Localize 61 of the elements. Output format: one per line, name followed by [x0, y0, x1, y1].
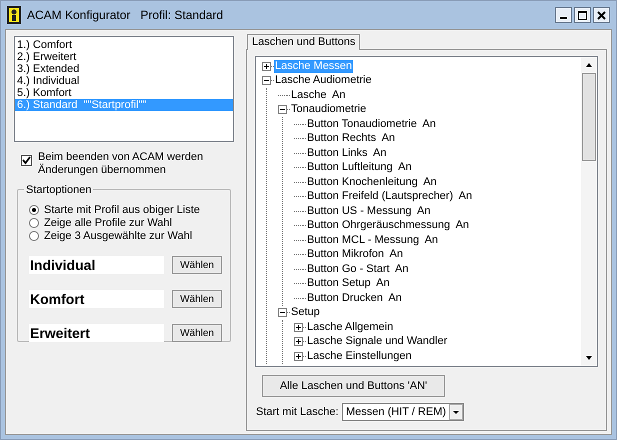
collapse-icon[interactable]	[278, 308, 287, 318]
tree-item[interactable]: Button Go - Start An	[306, 262, 410, 276]
tree-item[interactable]: Setup	[290, 306, 321, 320]
tree-item[interactable]: Button Mikrofon An	[306, 248, 404, 262]
tree-item[interactable]: Button Freifeld (Lautsprecher) An	[306, 190, 474, 204]
close-button[interactable]	[593, 7, 610, 23]
collapse-icon[interactable]	[278, 105, 287, 114]
profile-item[interactable]: 3.) Extended	[15, 63, 233, 75]
profile-field[interactable]: Komfort	[29, 290, 164, 308]
scroll-thumb[interactable]	[582, 73, 596, 161]
window-title: ACAM Konfigurator Profil: Standard	[27, 7, 224, 24]
tree-item[interactable]: Lasche Audiometrie	[274, 74, 373, 88]
tree-item[interactable]: Lasche Signale und Wandler	[306, 335, 448, 348]
tree-item[interactable]: Button MCL - Messung An	[306, 234, 440, 247]
tree-item[interactable]: Lasche Einstellungen	[306, 350, 413, 363]
profile-item[interactable]: 4.) Individual	[15, 75, 233, 87]
close-icon	[597, 10, 606, 20]
expand-icon[interactable]	[294, 322, 303, 332]
expand-icon[interactable]	[262, 62, 271, 71]
tree-item[interactable]: Lasche An	[290, 88, 346, 102]
profile-item[interactable]: 1.) Comfort	[15, 39, 233, 51]
maximize-button[interactable]	[574, 7, 591, 23]
collapse-icon[interactable]	[262, 76, 271, 86]
all-on-button[interactable]: Alle Laschen und Buttons 'AN'	[262, 375, 445, 397]
tree-item[interactable]: Button Setup An	[306, 277, 391, 290]
start-tab-label: Start mit Lasche:	[256, 404, 340, 420]
profile-field[interactable]: Individual	[29, 256, 164, 274]
radio-label: Starte mit Profil aus obiger Liste	[44, 204, 200, 216]
profile-item[interactable]: 2.) Erweitert	[15, 51, 233, 63]
maximize-icon	[578, 10, 587, 20]
profile-item[interactable]: 5.) Komfort	[15, 87, 233, 99]
checkbox-label: Beim beenden von ACAM werden Änderungen übernommen	[38, 151, 204, 177]
tree-item[interactable]: Button Knochenleitung An	[306, 176, 438, 189]
tree-item[interactable]: Lasche Allgemein	[306, 320, 394, 334]
expand-icon[interactable]	[294, 337, 303, 346]
tree-item[interactable]: Button Ohrgeräuschmessung An	[306, 219, 470, 232]
choose-button[interactable]: Wählen	[172, 290, 222, 308]
expand-icon[interactable]	[294, 352, 303, 361]
tree-item[interactable]: Button Rechts An	[306, 132, 396, 146]
checkbox[interactable]	[21, 155, 32, 166]
tree-item[interactable]: Button Drucken An	[306, 292, 403, 305]
app-icon	[7, 6, 21, 24]
choose-button[interactable]: Wählen	[172, 324, 222, 342]
radio-button[interactable]	[29, 218, 39, 228]
profile-field[interactable]: Erweitert	[29, 324, 164, 342]
tab[interactable]: Laschen und Buttons	[247, 34, 360, 50]
tree-item[interactable]: Button Links An	[306, 146, 388, 160]
tree-item[interactable]: Button Luftleitung An	[306, 161, 413, 174]
radio-label: Zeige alle Profile zur Wahl	[44, 217, 172, 229]
scrollbar[interactable]	[581, 57, 597, 366]
group-title: Startoptionen	[24, 182, 94, 198]
start-tab-dropdown[interactable]: Messen (HIT / REM)	[342, 403, 464, 421]
tree-item[interactable]: Button Tonaudiometrie An	[306, 118, 437, 131]
choose-button[interactable]: Wählen	[172, 256, 222, 274]
minimize-button[interactable]	[555, 7, 572, 23]
radio-label: Zeige 3 Ausgewählte zur Wahl	[44, 230, 192, 242]
tree-item[interactable]: Tonaudiometrie	[290, 103, 368, 116]
radio-button[interactable]	[29, 231, 39, 241]
tree-item[interactable]: Button US - Messung An	[306, 204, 432, 218]
radio-button[interactable]	[29, 205, 39, 215]
minimize-icon	[560, 17, 567, 19]
